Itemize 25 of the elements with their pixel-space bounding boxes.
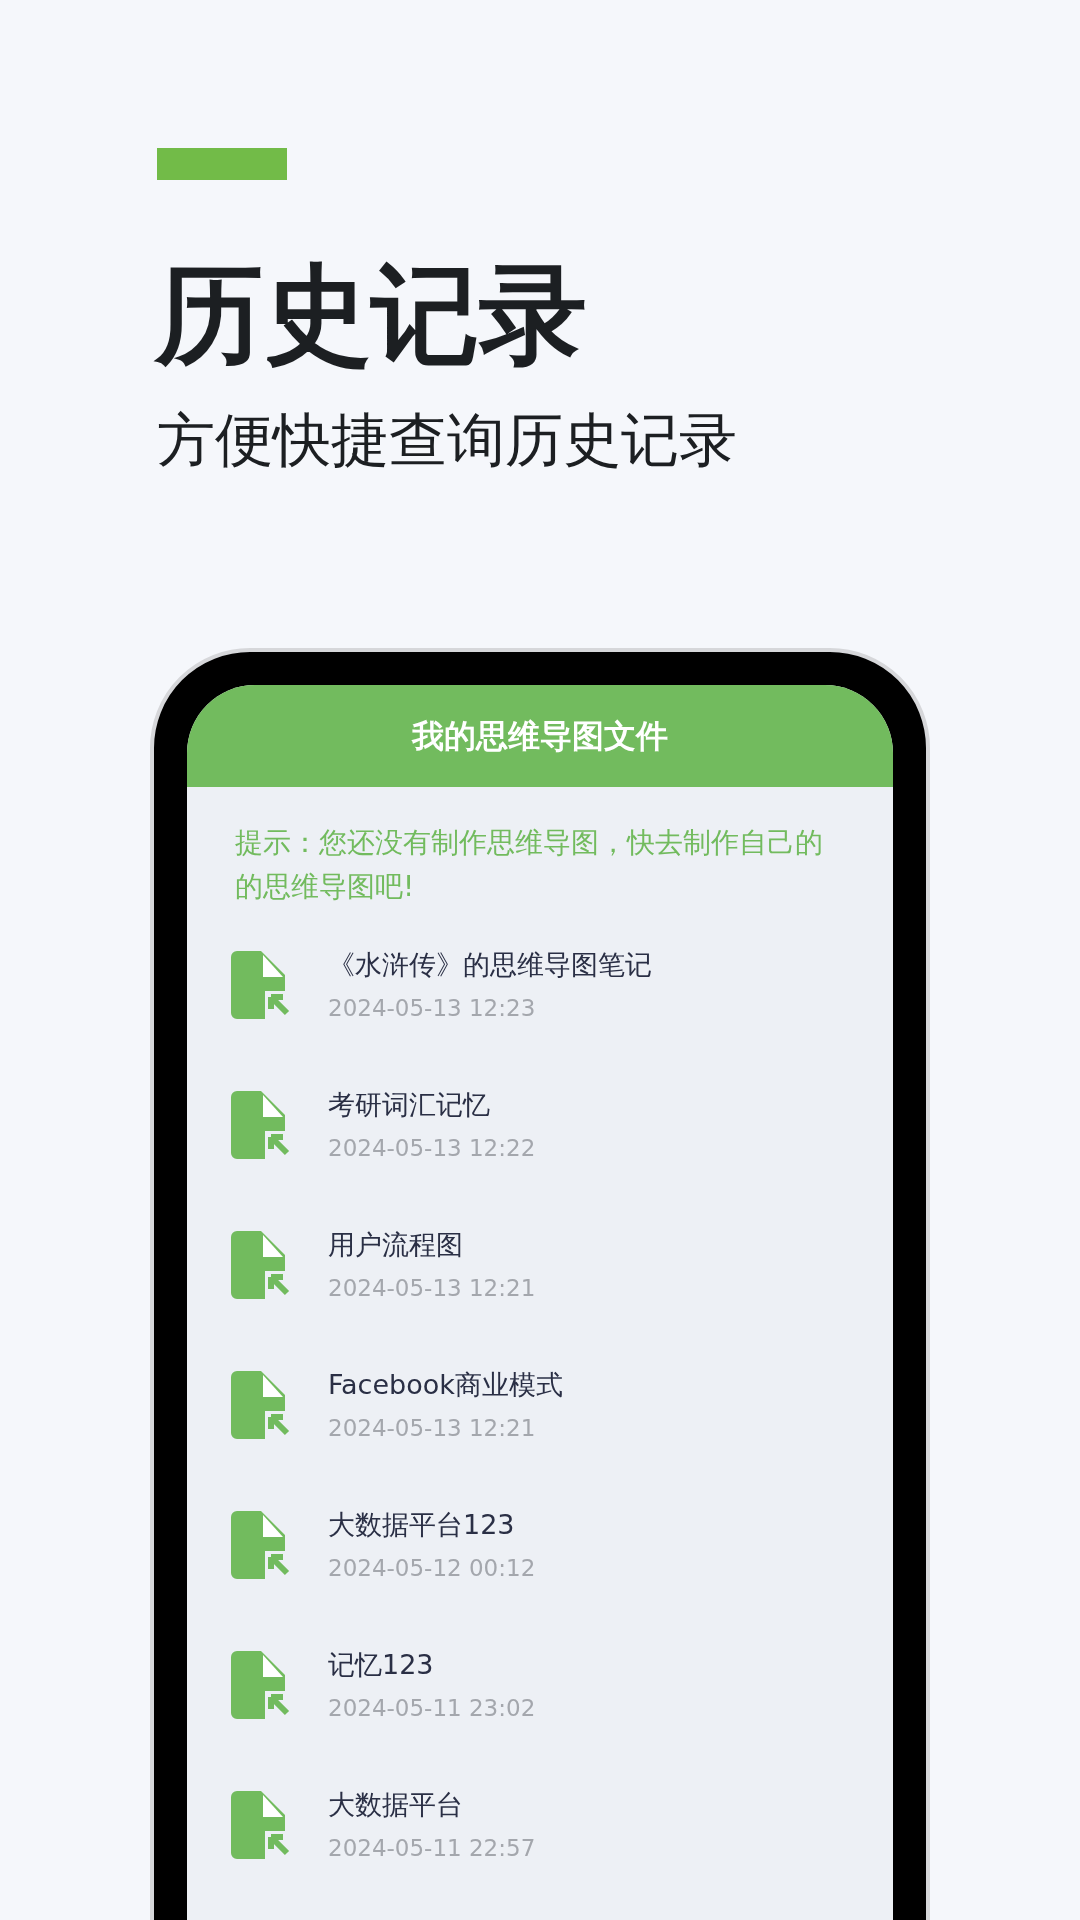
file-time: 2024-05-13 12:21 — [328, 1274, 536, 1303]
file-name: 用户流程图 — [328, 1228, 464, 1262]
file-name: Facebook商业模式 — [328, 1368, 563, 1402]
file-time: 2024-05-13 12:22 — [328, 1134, 536, 1163]
file-item[interactable]: 用户流程图 2024-05-13 12:21 — [187, 1227, 893, 1367]
file-name: 大数据平台123 — [328, 1508, 516, 1542]
file-item[interactable]: 《水浒传》的思维导图笔记 2024-05-13 12:23 — [187, 947, 893, 1087]
file-time: 2024-05-11 23:02 — [328, 1694, 536, 1723]
file-item[interactable]: 大数据平台123 2024-05-12 00:12 — [187, 1507, 893, 1647]
file-time: 2024-05-13 12:23 — [328, 994, 537, 1023]
file-name: 记忆123 — [328, 1648, 435, 1682]
file-time: 2024-05-13 12:21 — [328, 1414, 537, 1443]
page-title: 历史记录 — [155, 255, 587, 375]
hint-text: 提示：您还没有制作思维导图，快去制作自己的的思维导图吧! — [235, 825, 824, 905]
file-name: 考研词汇记忆 — [328, 1088, 491, 1122]
file-name: 《水浒传》的思维导图笔记 — [328, 948, 652, 982]
file-item[interactable]: Facebook商业模式 2024-05-13 12:21 — [187, 1367, 893, 1507]
file-item[interactable]: 记忆123 2024-05-11 23:02 — [187, 1647, 893, 1787]
file-name: 大数据平台 — [328, 1788, 464, 1822]
file-item[interactable]: 大数据平台 2024-05-11 22:57 — [187, 1787, 893, 1920]
file-time: 2024-05-12 00:12 — [328, 1554, 536, 1583]
page-subtitle: 方便快捷查询历史记录 — [157, 405, 737, 475]
file-time: 2024-05-11 22:57 — [328, 1834, 536, 1863]
file-item[interactable]: 考研词汇记忆 2024-05-13 12:22 — [187, 1087, 893, 1227]
app-header: 我的思维导图文件 — [187, 685, 893, 787]
